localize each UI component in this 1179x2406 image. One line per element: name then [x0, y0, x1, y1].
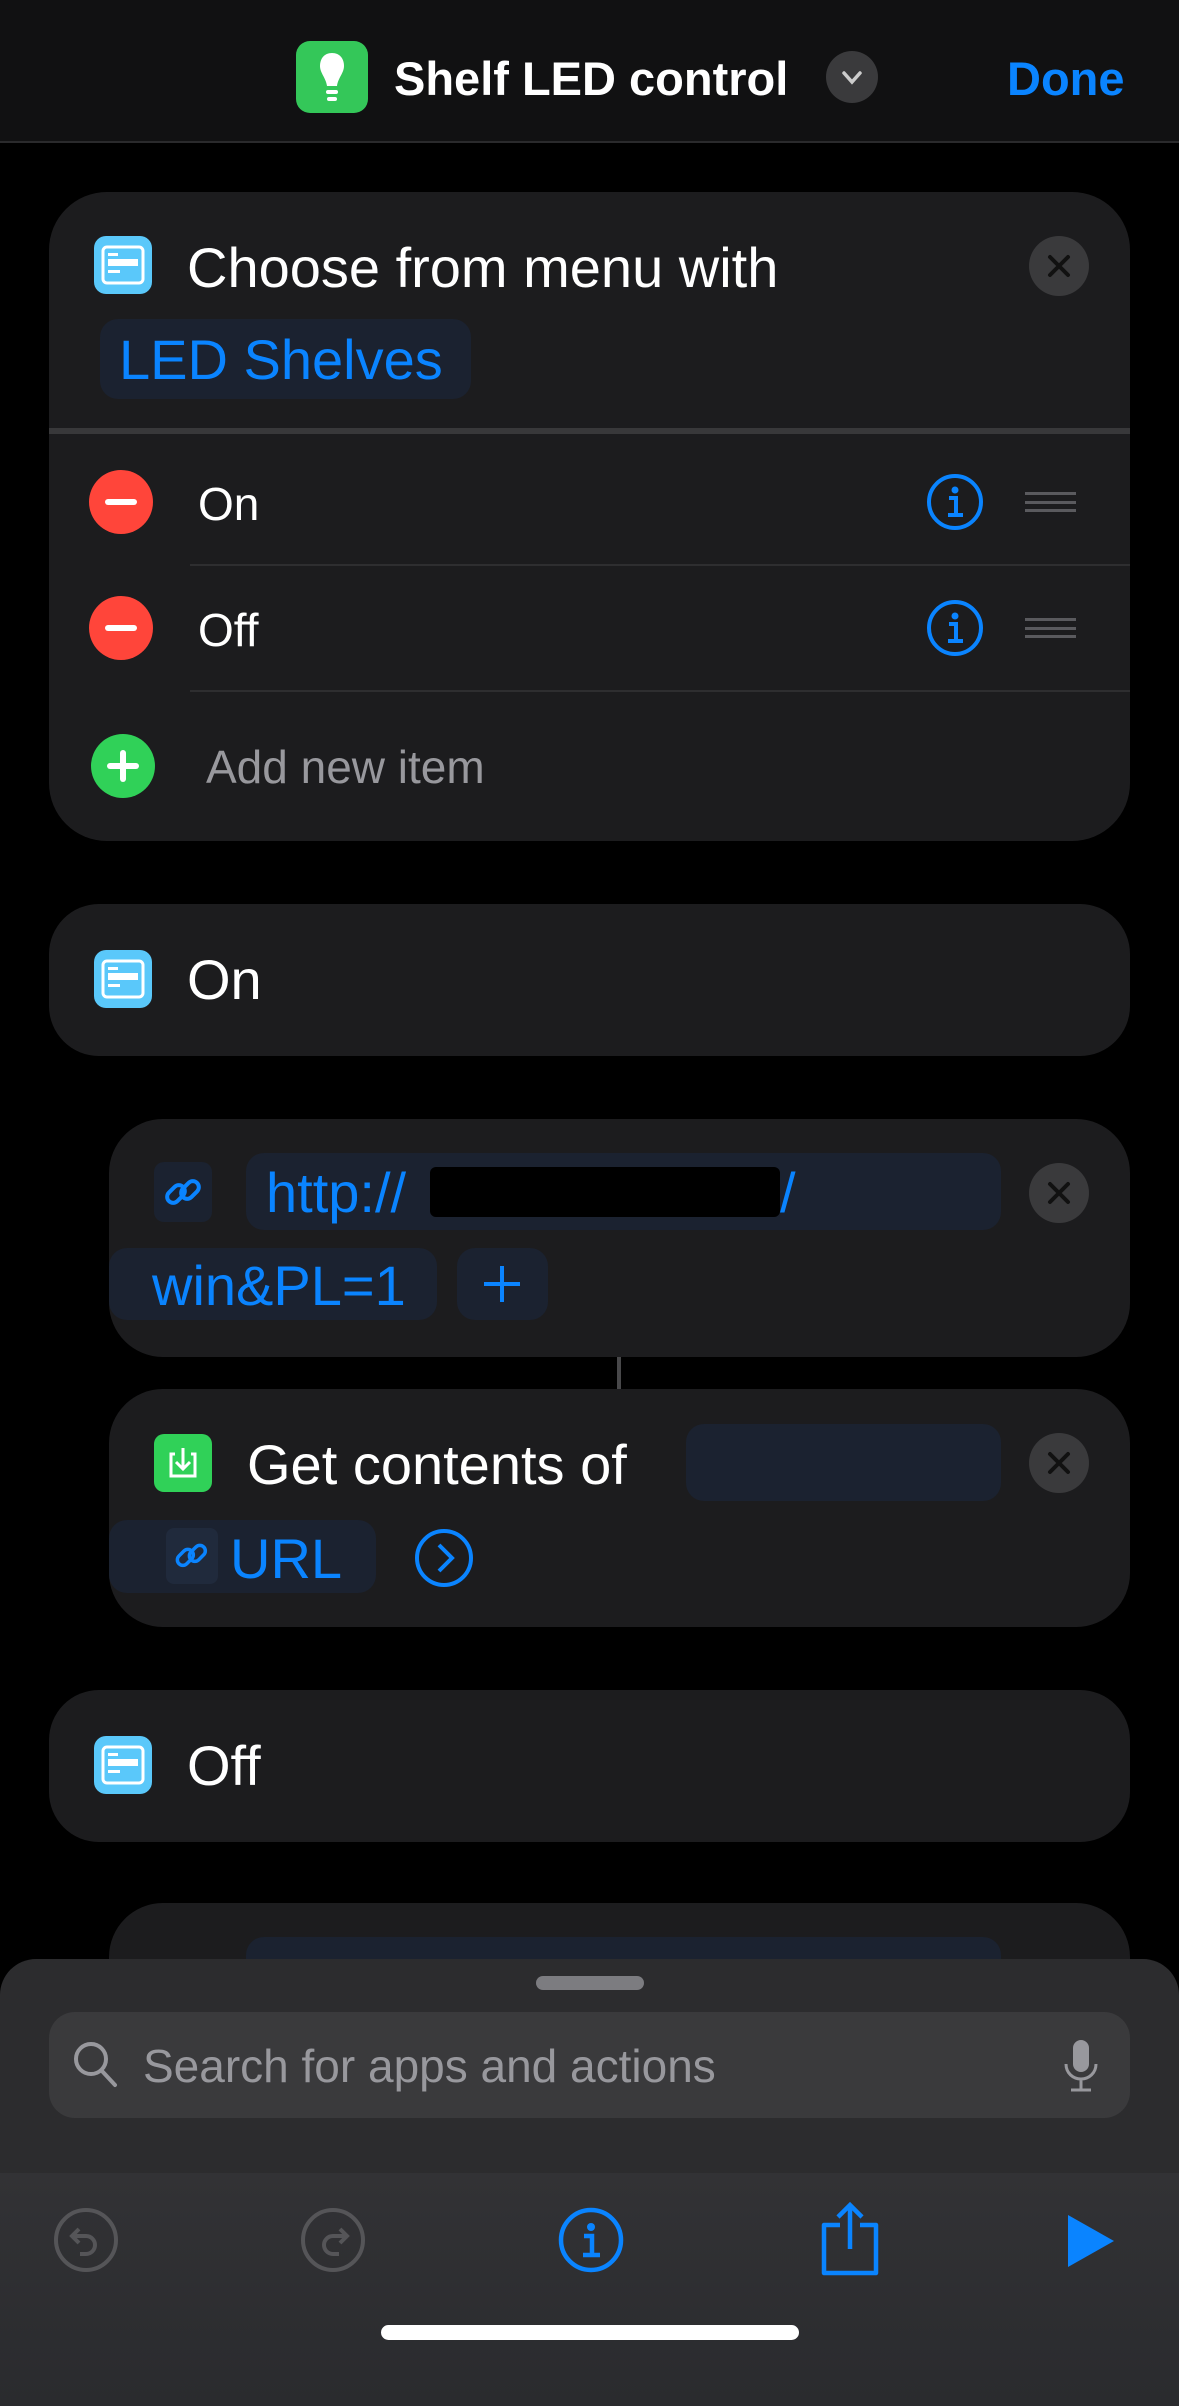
row-divider	[190, 564, 1130, 566]
menu-item-off[interactable]: Off	[198, 607, 259, 653]
menu-icon	[94, 950, 152, 1008]
row-divider	[190, 690, 1130, 692]
section-divider	[49, 428, 1130, 434]
url-line2: win&PL=1	[152, 1254, 406, 1317]
menu-prompt-text: LED Shelves	[119, 328, 443, 391]
info-icon[interactable]	[925, 598, 985, 663]
reorder-handle[interactable]	[1025, 492, 1076, 512]
redacted-host	[430, 1167, 780, 1217]
url-suffix: /	[780, 1161, 796, 1224]
undo-icon[interactable]	[53, 2207, 119, 2278]
download-icon	[154, 1434, 212, 1492]
case-label: Off	[187, 1734, 261, 1797]
empty-token[interactable]	[686, 1424, 1001, 1501]
home-indicator	[381, 2325, 799, 2340]
shortcut-title[interactable]: Shelf LED control	[394, 55, 788, 102]
remove-action-button[interactable]	[1029, 1433, 1089, 1493]
done-button[interactable]: Done	[1007, 55, 1125, 102]
link-icon	[154, 1162, 212, 1222]
add-item-button[interactable]	[91, 734, 155, 798]
redo-icon[interactable]	[300, 2207, 366, 2278]
add-variable-button[interactable]	[457, 1248, 548, 1320]
remove-action-button[interactable]	[1029, 236, 1089, 296]
case-label: On	[187, 948, 262, 1011]
chevron-down-icon[interactable]	[826, 51, 878, 103]
remove-item-off-button[interactable]	[89, 596, 153, 660]
add-new-item-label[interactable]: Add new item	[206, 744, 485, 790]
info-icon[interactable]	[925, 472, 985, 537]
action-connector	[617, 1357, 621, 1389]
action-title: Get contents of	[247, 1433, 627, 1496]
info-icon[interactable]	[558, 2207, 624, 2278]
microphone-icon[interactable]	[1061, 2038, 1101, 2099]
menu-icon	[94, 236, 152, 294]
remove-action-button[interactable]	[1029, 1163, 1089, 1223]
share-icon[interactable]	[818, 2201, 882, 2282]
menu-item-on[interactable]: On	[198, 481, 259, 527]
url-prefix: http://	[266, 1161, 407, 1224]
link-icon	[166, 1528, 218, 1584]
lightbulb-icon[interactable]	[296, 41, 368, 113]
nav-header: Shelf LED control Done	[0, 0, 1179, 143]
play-icon[interactable]	[1066, 2213, 1116, 2274]
reorder-handle[interactable]	[1025, 618, 1076, 638]
remove-item-on-button[interactable]	[89, 470, 153, 534]
search-input[interactable]: Search for apps and actions	[49, 2012, 1130, 2118]
chevron-right-icon[interactable]	[413, 1527, 475, 1594]
action-title: Choose from menu with	[187, 236, 779, 299]
editor-toolbar	[0, 2173, 1179, 2406]
search-placeholder: Search for apps and actions	[143, 2040, 716, 2092]
search-icon	[71, 2039, 121, 2098]
sheet-grabber[interactable]	[536, 1976, 644, 1990]
menu-icon	[94, 1736, 152, 1794]
url-variable-label: URL	[230, 1527, 343, 1590]
